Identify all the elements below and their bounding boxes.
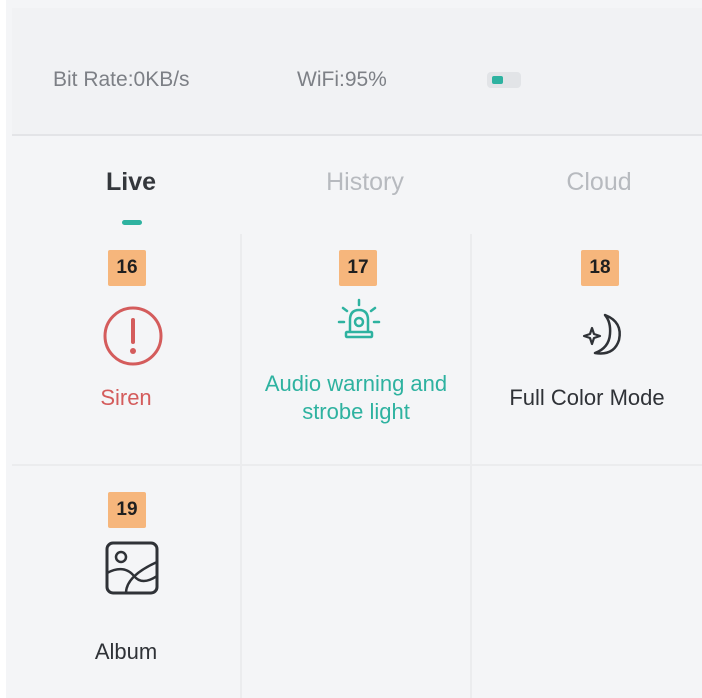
active-tab-indicator [122, 220, 142, 225]
album-image-icon [105, 541, 159, 595]
audio-warning-strobe-button[interactable]: 17 Audio warning and strobe light [242, 234, 472, 466]
step-badge: 18 [581, 250, 619, 286]
tab-cloud[interactable]: Cloud [484, 168, 702, 197]
audio-warning-label-line2: strobe light [302, 399, 410, 424]
battery-icon [487, 72, 521, 88]
empty-cell [472, 466, 702, 698]
tab-live[interactable]: Live [16, 168, 246, 197]
bit-rate-text: Bit Rate:0KB/s [53, 68, 190, 91]
step-badge: 17 [339, 250, 377, 286]
camera-control-panel: Bit Rate:0KB/s WiFi:95% Live History Clo… [0, 0, 702, 698]
empty-cell [242, 466, 472, 698]
step-badge: 19 [108, 492, 146, 528]
strobe-light-icon [337, 298, 381, 339]
moon-star-icon [582, 313, 621, 355]
tab-history[interactable]: History [250, 168, 480, 197]
wifi-strength-text: WiFi:95% [297, 68, 387, 91]
album-label: Album [94, 639, 158, 664]
full-color-mode-button[interactable]: 18 Full Color Mode [472, 234, 702, 466]
siren-button[interactable]: 16 Siren [12, 234, 242, 466]
full-color-mode-label: Full Color Mode [509, 385, 665, 410]
audio-warning-label-line1: Audio warning and [264, 371, 448, 396]
album-button[interactable]: 19 Album [12, 466, 242, 698]
siren-alert-icon [103, 306, 163, 366]
siren-label: Siren [100, 385, 152, 410]
audio-warning-label: Audio warning and strobe light [242, 370, 470, 426]
step-badge: 16 [108, 250, 146, 286]
tab-bar: Live History Cloud [12, 140, 702, 232]
battery-level-fill [492, 76, 503, 84]
status-bar: Bit Rate:0KB/s WiFi:95% [12, 8, 702, 136]
feature-grid: 16 Siren 17 Audio warning and strobe lig… [12, 234, 702, 698]
